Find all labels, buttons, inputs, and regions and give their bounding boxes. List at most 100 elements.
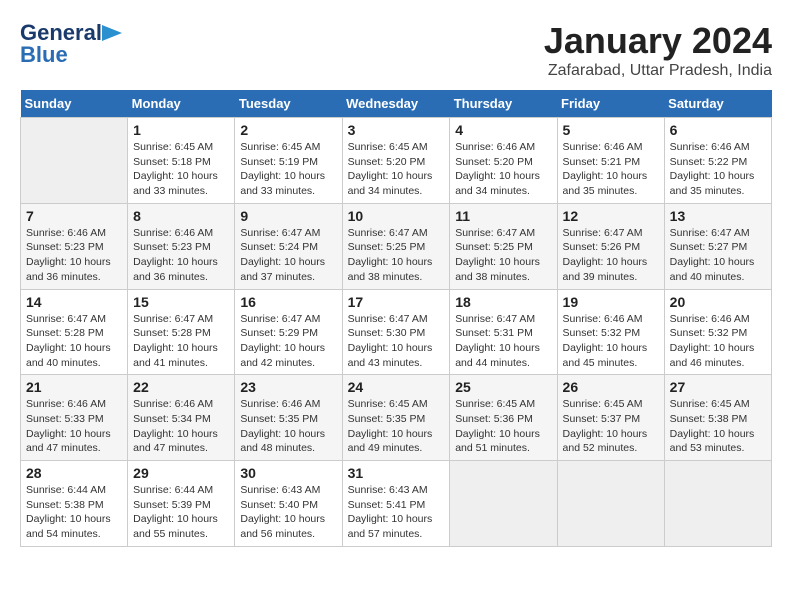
day-info: Sunrise: 6:47 AMSunset: 5:24 PMDaylight:… <box>240 226 336 285</box>
calendar-cell: 12 Sunrise: 6:47 AMSunset: 5:26 PMDayligh… <box>557 203 664 289</box>
calendar-cell: 23Sunrise: 6:46 AMSunset: 5:35 PMDayligh… <box>235 375 342 461</box>
day-number: 31 <box>348 465 445 481</box>
calendar-cell: 27 Sunrise: 6:45 AMSunset: 5:38 PMDayligh… <box>664 375 771 461</box>
day-info: Sunrise: 6:46 AMSunset: 5:23 PMDaylight:… <box>133 226 229 285</box>
calendar-cell: 1 Sunrise: 6:45 AMSunset: 5:18 PMDaylight… <box>128 118 235 204</box>
col-header-wednesday: Wednesday <box>342 90 450 118</box>
col-header-sunday: Sunday <box>21 90 128 118</box>
calendar-cell: 30 Sunrise: 6:43 AMSunset: 5:40 PMDayligh… <box>235 461 342 547</box>
day-number: 29 <box>133 465 229 481</box>
day-info: Sunrise: 6:47 AMSunset: 5:28 PMDaylight:… <box>133 312 229 371</box>
month-year-title: January 2024 <box>544 20 772 62</box>
calendar-cell: 4Sunrise: 6:46 AMSunset: 5:20 PMDaylight… <box>450 118 557 204</box>
day-info: Sunrise: 6:45 AMSunset: 5:38 PMDaylight:… <box>670 397 766 456</box>
calendar-cell: 6 Sunrise: 6:46 AMSunset: 5:22 PMDaylight… <box>664 118 771 204</box>
page-header: General Blue January 2024 Zafarabad, Utt… <box>20 20 772 80</box>
day-info: Sunrise: 6:44 AMSunset: 5:38 PMDaylight:… <box>26 483 122 542</box>
logo-blue: Blue <box>20 42 68 68</box>
day-info: Sunrise: 6:43 AMSunset: 5:41 PMDaylight:… <box>348 483 445 542</box>
calendar-cell: 5 Sunrise: 6:46 AMSunset: 5:21 PMDaylight… <box>557 118 664 204</box>
day-info: Sunrise: 6:47 AMSunset: 5:30 PMDaylight:… <box>348 312 445 371</box>
calendar-cell <box>450 461 557 547</box>
calendar-cell <box>21 118 128 204</box>
calendar-cell: 2 Sunrise: 6:45 AMSunset: 5:19 PMDaylight… <box>235 118 342 204</box>
day-number: 3 <box>348 122 445 138</box>
day-number: 27 <box>670 379 766 395</box>
day-number: 1 <box>133 122 229 138</box>
calendar-cell: 25 Sunrise: 6:45 AMSunset: 5:36 PMDayligh… <box>450 375 557 461</box>
col-header-saturday: Saturday <box>664 90 771 118</box>
day-number: 18 <box>455 294 551 310</box>
day-info: Sunrise: 6:45 AMSunset: 5:18 PMDaylight:… <box>133 140 229 199</box>
col-header-monday: Monday <box>128 90 235 118</box>
day-number: 8 <box>133 208 229 224</box>
day-info: Sunrise: 6:47 AMSunset: 5:26 PMDaylight:… <box>563 226 659 285</box>
day-info: Sunrise: 6:46 AMSunset: 5:32 PMDaylight:… <box>563 312 659 371</box>
day-number: 10 <box>348 208 445 224</box>
calendar-cell: 16 Sunrise: 6:47 AMSunset: 5:29 PMDayligh… <box>235 289 342 375</box>
day-info: Sunrise: 6:45 AMSunset: 5:20 PMDaylight:… <box>348 140 445 199</box>
day-number: 4 <box>455 122 551 138</box>
day-number: 17 <box>348 294 445 310</box>
day-info: Sunrise: 6:45 AMSunset: 5:35 PMDaylight:… <box>348 397 445 456</box>
day-number: 14 <box>26 294 122 310</box>
col-header-friday: Friday <box>557 90 664 118</box>
day-info: Sunrise: 6:46 AMSunset: 5:35 PMDaylight:… <box>240 397 336 456</box>
day-number: 21 <box>26 379 122 395</box>
day-info: Sunrise: 6:47 AMSunset: 5:28 PMDaylight:… <box>26 312 122 371</box>
calendar-cell: 20 Sunrise: 6:46 AMSunset: 5:32 PMDayligh… <box>664 289 771 375</box>
calendar-cell: 17 Sunrise: 6:47 AMSunset: 5:30 PMDayligh… <box>342 289 450 375</box>
calendar-cell: 18Sunrise: 6:47 AMSunset: 5:31 PMDayligh… <box>450 289 557 375</box>
calendar-cell: 11Sunrise: 6:47 AMSunset: 5:25 PMDayligh… <box>450 203 557 289</box>
day-number: 7 <box>26 208 122 224</box>
day-number: 24 <box>348 379 445 395</box>
day-number: 22 <box>133 379 229 395</box>
day-number: 6 <box>670 122 766 138</box>
title-section: January 2024 Zafarabad, Uttar Pradesh, I… <box>544 20 772 80</box>
day-number: 16 <box>240 294 336 310</box>
calendar-table: SundayMondayTuesdayWednesdayThursdayFrid… <box>20 90 772 547</box>
logo-arrow-icon <box>102 23 126 43</box>
day-info: Sunrise: 6:45 AMSunset: 5:19 PMDaylight:… <box>240 140 336 199</box>
calendar-cell: 14 Sunrise: 6:47 AMSunset: 5:28 PMDayligh… <box>21 289 128 375</box>
day-number: 20 <box>670 294 766 310</box>
calendar-cell: 3 Sunrise: 6:45 AMSunset: 5:20 PMDaylight… <box>342 118 450 204</box>
calendar-week-row: 1 Sunrise: 6:45 AMSunset: 5:18 PMDaylight… <box>21 118 772 204</box>
location-subtitle: Zafarabad, Uttar Pradesh, India <box>544 62 772 80</box>
calendar-cell: 9Sunrise: 6:47 AMSunset: 5:24 PMDaylight… <box>235 203 342 289</box>
calendar-cell: 29Sunrise: 6:44 AMSunset: 5:39 PMDayligh… <box>128 461 235 547</box>
col-header-thursday: Thursday <box>450 90 557 118</box>
day-info: Sunrise: 6:46 AMSunset: 5:22 PMDaylight:… <box>670 140 766 199</box>
day-info: Sunrise: 6:46 AMSunset: 5:23 PMDaylight:… <box>26 226 122 285</box>
day-number: 25 <box>455 379 551 395</box>
calendar-week-row: 28Sunrise: 6:44 AMSunset: 5:38 PMDayligh… <box>21 461 772 547</box>
calendar-week-row: 14 Sunrise: 6:47 AMSunset: 5:28 PMDayligh… <box>21 289 772 375</box>
day-number: 5 <box>563 122 659 138</box>
calendar-cell: 24 Sunrise: 6:45 AMSunset: 5:35 PMDayligh… <box>342 375 450 461</box>
calendar-cell: 13Sunrise: 6:47 AMSunset: 5:27 PMDayligh… <box>664 203 771 289</box>
calendar-cell <box>557 461 664 547</box>
day-info: Sunrise: 6:43 AMSunset: 5:40 PMDaylight:… <box>240 483 336 542</box>
calendar-cell: 26Sunrise: 6:45 AMSunset: 5:37 PMDayligh… <box>557 375 664 461</box>
calendar-cell: 15Sunrise: 6:47 AMSunset: 5:28 PMDayligh… <box>128 289 235 375</box>
calendar-cell: 21 Sunrise: 6:46 AMSunset: 5:33 PMDayligh… <box>21 375 128 461</box>
calendar-cell: 31 Sunrise: 6:43 AMSunset: 5:41 PMDayligh… <box>342 461 450 547</box>
day-info: Sunrise: 6:46 AMSunset: 5:21 PMDaylight:… <box>563 140 659 199</box>
day-number: 30 <box>240 465 336 481</box>
calendar-week-row: 7 Sunrise: 6:46 AMSunset: 5:23 PMDaylight… <box>21 203 772 289</box>
calendar-cell: 10 Sunrise: 6:47 AMSunset: 5:25 PMDayligh… <box>342 203 450 289</box>
calendar-header-row: SundayMondayTuesdayWednesdayThursdayFrid… <box>21 90 772 118</box>
day-info: Sunrise: 6:45 AMSunset: 5:36 PMDaylight:… <box>455 397 551 456</box>
day-info: Sunrise: 6:47 AMSunset: 5:29 PMDaylight:… <box>240 312 336 371</box>
day-number: 13 <box>670 208 766 224</box>
day-number: 12 <box>563 208 659 224</box>
day-info: Sunrise: 6:46 AMSunset: 5:33 PMDaylight:… <box>26 397 122 456</box>
day-number: 2 <box>240 122 336 138</box>
day-info: Sunrise: 6:46 AMSunset: 5:32 PMDaylight:… <box>670 312 766 371</box>
day-info: Sunrise: 6:47 AMSunset: 5:25 PMDaylight:… <box>348 226 445 285</box>
calendar-cell: 28Sunrise: 6:44 AMSunset: 5:38 PMDayligh… <box>21 461 128 547</box>
day-info: Sunrise: 6:47 AMSunset: 5:25 PMDaylight:… <box>455 226 551 285</box>
calendar-cell: 8 Sunrise: 6:46 AMSunset: 5:23 PMDaylight… <box>128 203 235 289</box>
col-header-tuesday: Tuesday <box>235 90 342 118</box>
day-info: Sunrise: 6:45 AMSunset: 5:37 PMDaylight:… <box>563 397 659 456</box>
